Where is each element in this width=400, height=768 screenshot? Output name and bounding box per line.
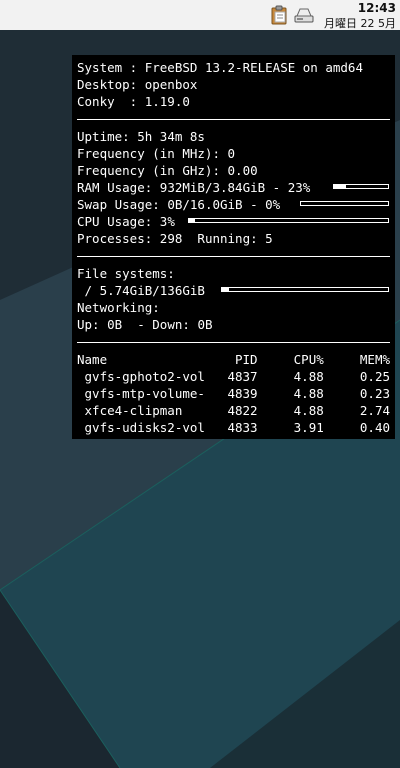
up-label: Up: <box>77 317 108 332</box>
networking-label: Networking: <box>77 300 160 315</box>
top-panel: 12:43 月曜日 22 5月 <box>0 0 400 30</box>
conky-version-value: 1.19.0 <box>144 94 190 109</box>
process-pid: 4839 <box>227 386 258 401</box>
cpu-value: 3% <box>159 214 175 229</box>
process-table-header: Name PID CPU% MEM% <box>77 351 390 368</box>
ram-label: RAM Usage: <box>77 180 160 195</box>
process-name: gvfs-mtp-volume- <box>77 386 205 401</box>
clock-date: 月曜日 22 5月 <box>324 17 396 30</box>
system-value: FreeBSD 13.2-RELEASE on amd64 <box>144 60 363 75</box>
table-row: gvfs-mtp-volume- 4839 4.88 0.23 <box>77 385 390 402</box>
ram-usage-bar <box>333 184 389 189</box>
uptime-label: Uptime: <box>77 129 138 144</box>
freq-mhz-line: Frequency (in MHz): 0 <box>77 145 390 162</box>
root-fs-value: / 5.74GiB/136GiB <box>77 283 205 298</box>
root-fs-line: / 5.74GiB/136GiB <box>77 282 390 299</box>
ram-usage-bar-fill <box>334 185 347 188</box>
freq-ghz-label: Frequency (in GHz): <box>77 163 228 178</box>
swap-value: 0B/16.0GiB - 0% <box>167 197 281 212</box>
desktop-line: Desktop: openbox <box>77 76 390 93</box>
root-fs-usage-bar <box>221 287 389 292</box>
swap-usage-bar <box>300 201 389 206</box>
freq-ghz-value: 0.00 <box>227 163 258 178</box>
freq-mhz-value: 0 <box>227 146 236 161</box>
network-line: Up: 0B - Down: 0B <box>77 316 390 333</box>
clock-time: 12:43 <box>357 1 396 15</box>
panel-clock[interactable]: 12:43 月曜日 22 5月 <box>324 0 396 32</box>
process-cpu: 3.91 <box>293 420 324 435</box>
clipboard-icon[interactable] <box>270 5 290 25</box>
system-line: System : FreeBSD 13.2-RELEASE on amd64 <box>77 59 390 76</box>
filesystems-label: File systems: <box>77 266 175 281</box>
header-cpu: CPU% <box>293 352 324 367</box>
up-value: 0B <box>107 317 123 332</box>
uptime-line: Uptime: 5h 34m 8s <box>77 128 390 145</box>
process-pid: 4833 <box>227 420 258 435</box>
processes-value: 298 <box>159 231 183 246</box>
process-pid: 4837 <box>227 369 258 384</box>
table-row: xfce4-clipman 4822 4.88 2.74 <box>77 402 390 419</box>
process-name: gvfs-gphoto2-vol <box>77 369 205 384</box>
root-fs-usage-bar-fill <box>222 288 229 291</box>
process-name: xfce4-clipman <box>77 403 183 418</box>
uptime-value: 5h 34m 8s <box>137 129 205 144</box>
cpu-line: CPU Usage: 3% <box>77 213 390 230</box>
process-mem: 2.74 <box>359 403 390 418</box>
running-value: 5 <box>265 231 273 246</box>
system-tray <box>270 5 314 25</box>
divider <box>77 256 390 257</box>
process-table: Name PID CPU% MEM% gvfs-gphoto2-vol 4837… <box>77 351 390 436</box>
header-mem: MEM% <box>359 352 390 367</box>
cpu-label: CPU Usage: <box>77 214 160 229</box>
ram-value: 932MiB/3.84GiB - 23% <box>159 180 311 195</box>
process-pid: 4822 <box>227 403 258 418</box>
divider <box>77 342 390 343</box>
header-pid: PID <box>234 352 258 367</box>
conky-version-line: Conky : 1.19.0 <box>77 93 390 110</box>
conky-widget: System : FreeBSD 13.2-RELEASE on amd64 D… <box>72 55 395 439</box>
freq-ghz-line: Frequency (in GHz): 0.00 <box>77 162 390 179</box>
running-label: Running: <box>182 231 266 246</box>
process-cpu: 4.88 <box>293 403 324 418</box>
desktop-value: openbox <box>144 77 198 92</box>
process-mem: 0.23 <box>359 386 390 401</box>
swap-line: Swap Usage: 0B/16.0GiB - 0% <box>77 196 390 213</box>
process-cpu: 4.88 <box>293 369 324 384</box>
freq-mhz-label: Frequency (in MHz): <box>77 146 228 161</box>
down-label: - Down: <box>122 317 198 332</box>
cpu-usage-bar <box>188 218 389 223</box>
system-label: System : <box>77 60 145 75</box>
process-cpu: 4.88 <box>293 386 324 401</box>
process-mem: 0.40 <box>359 420 390 435</box>
ram-line: RAM Usage: 932MiB/3.84GiB - 23% <box>77 179 390 196</box>
removable-drive-icon[interactable] <box>294 5 314 25</box>
down-value: 0B <box>197 317 213 332</box>
cpu-usage-bar-fill <box>189 219 195 222</box>
conky-version-label: Conky : <box>77 94 145 109</box>
swap-label: Swap Usage: <box>77 197 168 212</box>
divider <box>77 119 390 120</box>
process-name: gvfs-udisks2-vol <box>77 420 205 435</box>
desktop-label: Desktop: <box>77 77 145 92</box>
processes-label: Processes: <box>77 231 160 246</box>
processes-line: Processes: 298 Running: 5 <box>77 230 390 247</box>
table-row: gvfs-udisks2-vol 4833 3.91 0.40 <box>77 419 390 436</box>
process-mem: 0.25 <box>359 369 390 384</box>
table-row: gvfs-gphoto2-vol 4837 4.88 0.25 <box>77 368 390 385</box>
header-name: Name <box>77 352 108 367</box>
